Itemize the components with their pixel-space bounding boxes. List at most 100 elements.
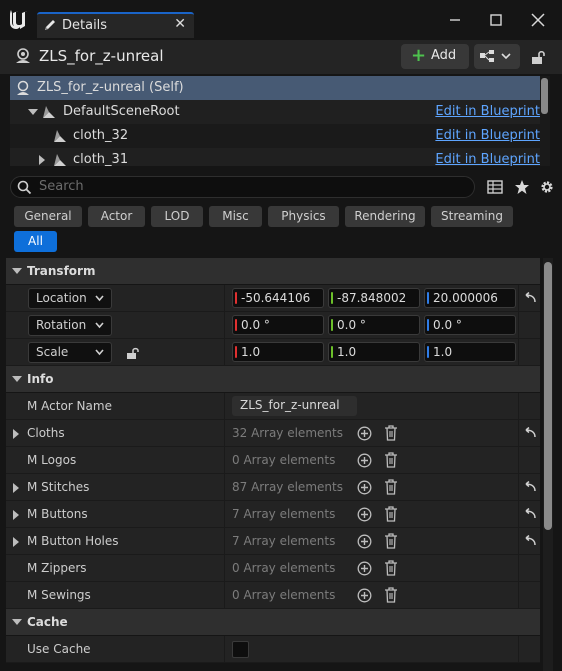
add-element-icon[interactable] (357, 561, 372, 576)
edit-in-blueprint-link[interactable]: Edit in Blueprint (435, 128, 540, 143)
chevron-right-icon[interactable] (13, 429, 19, 439)
gear-icon[interactable] (539, 179, 555, 195)
property-label: M Actor Name (27, 399, 112, 413)
location-y-field[interactable]: -87.848002 (328, 288, 420, 308)
maximize-button[interactable] (484, 8, 508, 32)
details-scrollbar[interactable] (544, 262, 552, 530)
section-cache[interactable]: Cache (6, 609, 540, 635)
minimize-button[interactable] (443, 8, 467, 32)
chevron-down-icon (95, 295, 104, 302)
dropdown-label: Scale (36, 345, 69, 359)
reset-to-default-icon[interactable] (522, 481, 536, 493)
window-close-button[interactable] (526, 8, 550, 32)
scale-z-field[interactable]: 1.0 (424, 342, 516, 362)
actor-name-field[interactable]: ZLS_for_z-unreal (232, 396, 357, 416)
component-tree: ZLS_for_z-unreal (Self) DefaultSceneRoot… (10, 76, 550, 166)
trash-icon[interactable] (384, 587, 398, 603)
filter-lod[interactable]: LOD (151, 206, 203, 227)
chevron-down-icon[interactable] (28, 109, 38, 117)
blueprint-options-button[interactable] (474, 44, 520, 69)
property-label: M Button Holes (27, 534, 119, 548)
value: 1.0 (337, 345, 357, 359)
array-count: 87 Array elements (232, 480, 343, 494)
filter-physics[interactable]: Physics (268, 206, 339, 227)
trash-icon[interactable] (384, 560, 398, 576)
add-component-button[interactable]: + Add (401, 44, 469, 69)
property-rotation: Rotation 0.0 ° 0.0 ° 0.0 ° (6, 312, 540, 339)
plus-icon: + (411, 45, 427, 66)
table-view-icon[interactable] (487, 179, 503, 195)
actor-header: ZLS_for_z-unreal + Add (0, 40, 562, 74)
tab-details[interactable]: Details ✕ (37, 12, 194, 38)
array-count: 0 Array elements (232, 453, 336, 467)
value: 20.000006 (433, 291, 498, 305)
property-label: Use Cache (27, 642, 91, 656)
filter-streaming[interactable]: Streaming (431, 206, 513, 227)
reset-to-default-icon[interactable] (522, 535, 536, 547)
property-m-stitches: M Stitches 87 Array elements (6, 474, 540, 501)
tree-item-default-scene-root[interactable]: DefaultSceneRoot Edit in Blueprint (10, 100, 540, 124)
property-m-sewings: M Sewings 0 Array elements (6, 582, 540, 609)
title-bar: Details ✕ (0, 0, 562, 40)
section-info[interactable]: Info (6, 366, 540, 392)
chevron-down-icon (95, 349, 104, 356)
scale-mode-dropdown[interactable]: Scale (28, 342, 112, 363)
star-icon[interactable] (514, 179, 530, 195)
property-location: Location -50.644106 -87.848002 20.000006 (6, 285, 540, 312)
scale-y-field[interactable]: 1.0 (328, 342, 420, 362)
array-count: 7 Array elements (232, 507, 336, 521)
location-x-field[interactable]: -50.644106 (232, 288, 324, 308)
edit-in-blueprint-link[interactable]: Edit in Blueprint (435, 104, 540, 119)
unlock-icon[interactable] (126, 346, 140, 360)
section-transform[interactable]: Transform (6, 258, 540, 284)
rotation-y-field[interactable]: 0.0 ° (328, 315, 420, 335)
edit-in-blueprint-link[interactable]: Edit in Blueprint (435, 152, 540, 166)
add-element-icon[interactable] (357, 453, 372, 468)
reset-to-default-icon[interactable] (522, 427, 536, 439)
tab-close-icon[interactable]: ✕ (174, 16, 186, 32)
trash-icon[interactable] (384, 506, 398, 522)
add-element-icon[interactable] (357, 534, 372, 549)
add-element-icon[interactable] (357, 426, 372, 441)
rotation-x-field[interactable]: 0.0 ° (232, 315, 324, 335)
trash-icon[interactable] (384, 425, 398, 441)
property-label: M Buttons (27, 507, 88, 521)
filter-general[interactable]: General (14, 206, 82, 227)
dropdown-label: Rotation (36, 318, 87, 332)
trash-icon[interactable] (384, 533, 398, 549)
value: -50.644106 (241, 291, 311, 305)
tree-item-cloth-32[interactable]: cloth_32 Edit in Blueprint (10, 124, 540, 148)
chevron-right-icon[interactable] (39, 155, 47, 165)
value: 0.0 ° (241, 318, 270, 332)
add-element-icon[interactable] (357, 507, 372, 522)
rotation-mode-dropdown[interactable]: Rotation (28, 315, 112, 336)
filter-all[interactable]: All (14, 231, 57, 252)
chevron-right-icon[interactable] (13, 483, 19, 493)
trash-icon[interactable] (384, 479, 398, 495)
location-mode-dropdown[interactable]: Location (28, 288, 112, 309)
location-z-field[interactable]: 20.000006 (424, 288, 516, 308)
window-close-icon (531, 13, 545, 27)
tree-scrollbar[interactable] (541, 78, 548, 114)
actor-icon (17, 80, 29, 95)
add-element-icon[interactable] (357, 480, 372, 495)
search-icon (17, 180, 32, 195)
chevron-right-icon[interactable] (13, 510, 19, 520)
lock-icon[interactable] (530, 49, 546, 65)
rotation-z-field[interactable]: 0.0 ° (424, 315, 516, 335)
section-label: Transform (27, 264, 96, 278)
trash-icon[interactable] (384, 452, 398, 468)
reset-to-default-icon[interactable] (522, 508, 536, 520)
reset-to-default-icon[interactable] (522, 292, 536, 304)
add-element-icon[interactable] (357, 588, 372, 603)
filter-rendering[interactable]: Rendering (345, 206, 425, 227)
tree-item-cloth-31[interactable]: cloth_31 Edit in Blueprint (10, 148, 540, 166)
chevron-right-icon[interactable] (13, 537, 19, 547)
search-input[interactable]: Search (10, 176, 475, 198)
scale-x-field[interactable]: 1.0 (232, 342, 324, 362)
property-use-cache: Use Cache (6, 636, 540, 663)
filter-misc[interactable]: Misc (209, 206, 262, 227)
use-cache-checkbox[interactable] (232, 641, 249, 658)
filter-actor[interactable]: Actor (88, 206, 145, 227)
tree-item-self[interactable]: ZLS_for_z-unreal (Self) (10, 76, 540, 100)
